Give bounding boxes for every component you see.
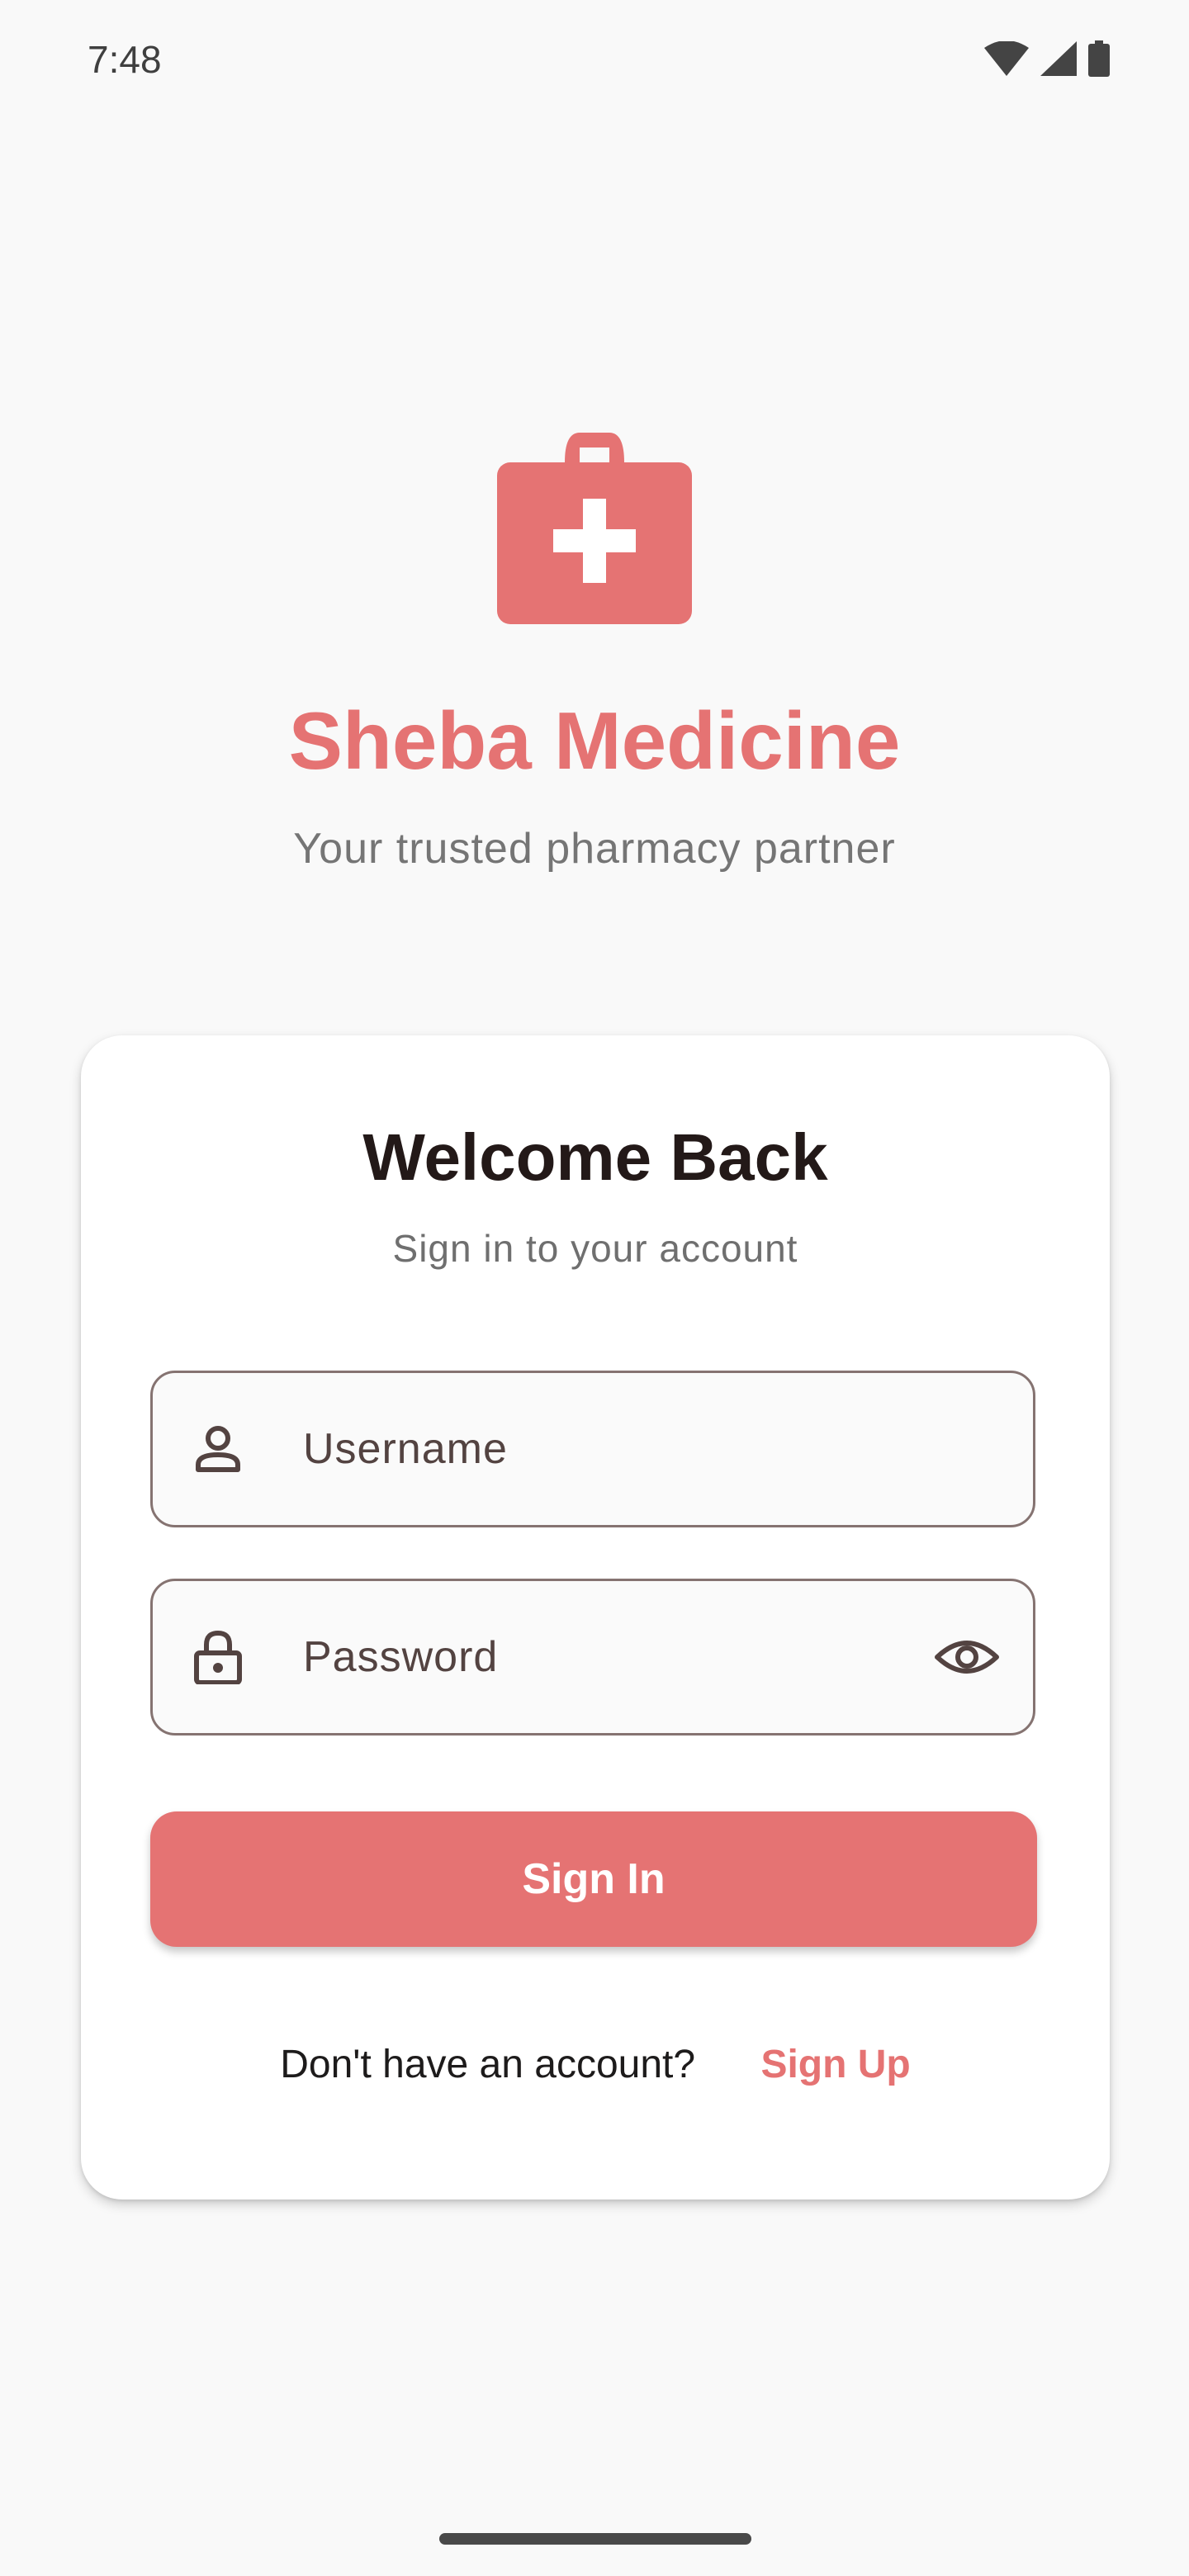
username-placeholder: Username <box>303 1425 508 1473</box>
status-time: 7:48 <box>88 38 162 81</box>
login-card: Welcome Back Sign in to your account Use… <box>81 1035 1110 2200</box>
card-subtitle: Sign in to your account <box>392 1227 798 1270</box>
status-icons <box>984 40 1110 81</box>
app-tagline: Your trusted pharmacy partner <box>293 825 896 873</box>
card-title: Welcome Back <box>362 1120 828 1194</box>
lock-icon <box>191 1630 245 1685</box>
person-icon <box>191 1422 245 1476</box>
app-title: Sheba Medicine <box>288 695 901 786</box>
sign-up-link[interactable]: Sign Up <box>760 2043 910 2086</box>
username-field[interactable]: Username <box>150 1371 1035 1527</box>
password-placeholder: Password <box>303 1633 499 1681</box>
battery-icon <box>1088 40 1110 81</box>
eye-icon[interactable] <box>934 1624 1000 1690</box>
medical-kit-icon <box>497 429 692 624</box>
password-field[interactable]: Password <box>150 1579 1035 1735</box>
signal-icon <box>1040 40 1077 80</box>
home-indicator[interactable] <box>439 2533 751 2545</box>
status-bar: 7:48 <box>0 0 1189 116</box>
signup-row: Don't have an account? Sign Up <box>81 2036 1110 2094</box>
signup-prompt: Don't have an account? <box>280 2043 696 2086</box>
wifi-icon <box>984 40 1029 80</box>
sign-in-button[interactable]: Sign In <box>150 1811 1037 1947</box>
